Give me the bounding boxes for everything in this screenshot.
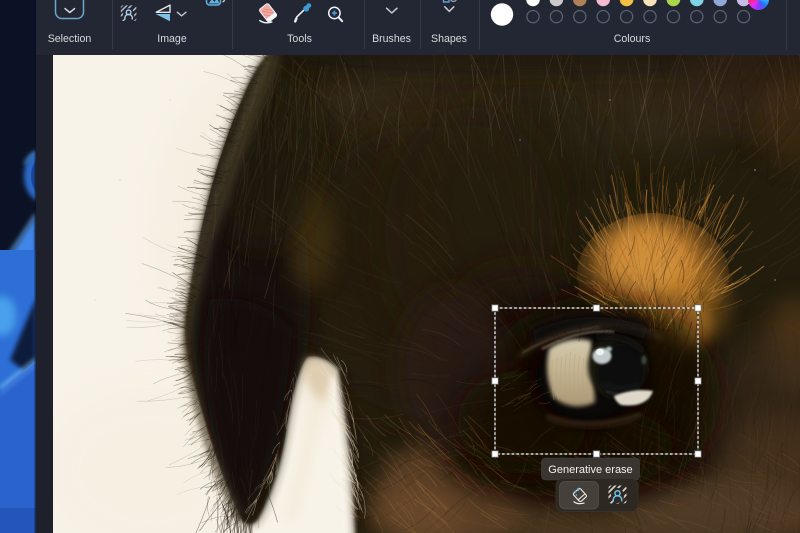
- svg-text:Generative erase: Generative erase: [548, 464, 632, 476]
